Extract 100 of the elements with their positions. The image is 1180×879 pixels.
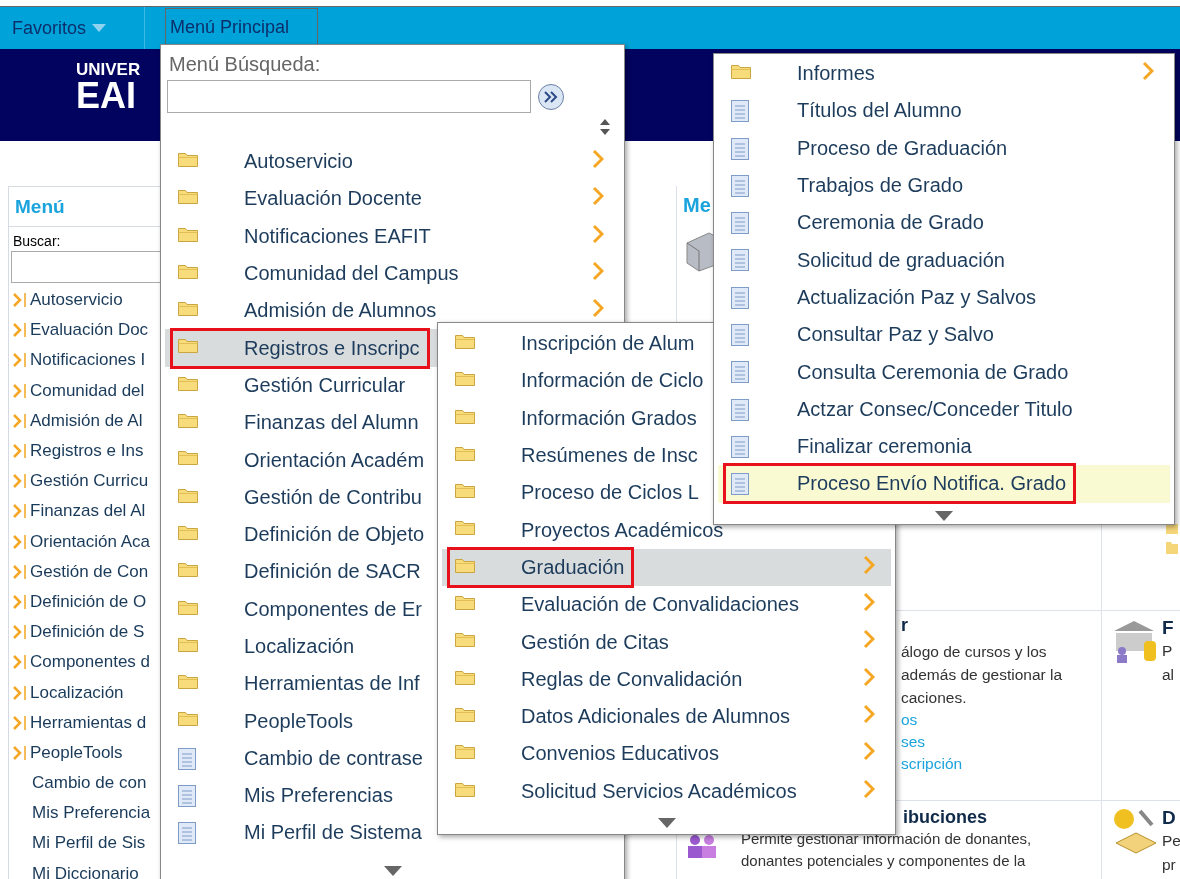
sidebar-item[interactable]: Finanzas del Al bbox=[9, 496, 203, 527]
expand-icon bbox=[12, 351, 28, 370]
menu-item[interactable]: Proceso Envío Notifica. Grado bbox=[718, 465, 1170, 503]
portlet-title: Me bbox=[683, 194, 712, 217]
sidebar-item[interactable]: Registros e Ins bbox=[9, 435, 203, 467]
document-icon bbox=[731, 249, 749, 272]
expand-icon bbox=[12, 653, 28, 672]
search-go-icon[interactable] bbox=[537, 82, 565, 111]
menu-item[interactable]: Gestión de Citas bbox=[442, 623, 891, 661]
folder-icon bbox=[178, 337, 198, 354]
document-icon bbox=[731, 212, 749, 235]
sidebar-item[interactable]: Orientación Aca bbox=[9, 526, 203, 557]
folder-icon bbox=[178, 673, 198, 690]
sidebar-item[interactable]: Definición de S bbox=[9, 617, 203, 648]
folder-icon bbox=[455, 780, 475, 797]
scroll-down-icon[interactable] bbox=[935, 510, 953, 521]
portlet-text: álogo de cursos y los bbox=[901, 642, 1048, 662]
folder-icon bbox=[178, 188, 198, 205]
expand-icon bbox=[12, 291, 28, 310]
document-icon bbox=[731, 324, 749, 347]
document-icon bbox=[731, 473, 749, 496]
main-menu-tab[interactable]: Menú Principal bbox=[165, 8, 319, 46]
document-icon bbox=[178, 785, 196, 808]
portlet-text: al bbox=[1162, 665, 1175, 685]
sidebar-item[interactable]: Definición de O bbox=[9, 586, 203, 618]
menu-item[interactable]: Proyectos Académicos bbox=[442, 511, 891, 549]
sidebar-item[interactable]: PeopleTools bbox=[9, 737, 203, 768]
menu-item[interactable]: Consulta Ceremonia de Grado bbox=[718, 353, 1170, 391]
folder-icon bbox=[178, 598, 198, 615]
caret-icon bbox=[92, 24, 107, 32]
folder-icon bbox=[178, 300, 198, 317]
sort-icon[interactable] bbox=[600, 119, 610, 135]
menu-item[interactable]: Solicitud de graduación bbox=[718, 241, 1170, 279]
portlet-text: además de gestionar la bbox=[901, 665, 1064, 685]
portlet-title: F bbox=[1162, 617, 1175, 639]
document-icon bbox=[731, 174, 749, 197]
folder-icon bbox=[178, 486, 198, 503]
folder-icon bbox=[178, 225, 198, 242]
sidebar-item[interactable]: Gestión Curricu bbox=[9, 466, 203, 497]
expand-icon bbox=[12, 411, 28, 430]
folder-icon bbox=[178, 374, 198, 391]
menu-item[interactable]: Actualización Paz y Salvos bbox=[718, 278, 1170, 317]
folder-icon bbox=[178, 412, 198, 429]
menu-item[interactable]: Consultar Paz y Salvo bbox=[718, 316, 1170, 354]
folder-icon bbox=[178, 449, 198, 466]
folder-icon bbox=[455, 705, 475, 722]
document-icon bbox=[731, 435, 749, 458]
portlet-title: D bbox=[1162, 807, 1177, 829]
scroll-down-icon[interactable] bbox=[383, 865, 402, 876]
menu-item[interactable]: Evaluación de Convalidaciones bbox=[442, 586, 891, 624]
folder-icon bbox=[455, 556, 475, 573]
menu-item[interactable]: Proceso de Graduación bbox=[718, 129, 1170, 167]
menu-item[interactable]: Autoservicio bbox=[165, 143, 620, 181]
document-icon bbox=[731, 100, 749, 123]
menu-item[interactable]: Títulos del Alumno bbox=[718, 92, 1170, 130]
folder-icon bbox=[455, 519, 475, 536]
search-label: Menú Búsqueda: bbox=[168, 52, 322, 76]
sidebar-item[interactable]: Gestión de Con bbox=[9, 556, 203, 587]
folder-icon bbox=[178, 262, 198, 279]
expand-icon bbox=[12, 532, 28, 551]
sidebar-item[interactable]: Admisión de Al bbox=[9, 405, 203, 436]
expand-icon bbox=[12, 562, 28, 581]
folder-icon bbox=[455, 594, 475, 611]
menu-item[interactable]: Trabajos de Grado bbox=[718, 166, 1170, 205]
folder-icon bbox=[178, 710, 198, 727]
menu-search-field[interactable] bbox=[167, 80, 531, 113]
scroll-down-icon[interactable] bbox=[657, 817, 676, 828]
portlet-text: Permite gestionar información de donantes, bbox=[741, 829, 1032, 849]
menu-item[interactable]: Reglas de Convalidación bbox=[442, 660, 891, 698]
portlet-text: Pe bbox=[1162, 831, 1180, 851]
document-icon bbox=[731, 137, 749, 160]
folder-icon bbox=[178, 561, 198, 578]
document-icon bbox=[178, 822, 196, 845]
sidebar-item[interactable]: Componentes d bbox=[9, 647, 203, 678]
portlet-text: caciones. bbox=[901, 688, 968, 708]
folder-icon bbox=[455, 333, 475, 349]
document-icon bbox=[731, 361, 749, 384]
folder-icon bbox=[455, 370, 475, 387]
expand-icon bbox=[12, 472, 28, 491]
sidebar-item[interactable]: Localización bbox=[9, 677, 203, 708]
folder-icon bbox=[178, 635, 198, 652]
menu-item[interactable]: Informes bbox=[718, 55, 1170, 93]
menu-item[interactable]: Datos Adicionales de Alumnos bbox=[442, 697, 891, 736]
folder-icon bbox=[1166, 540, 1178, 554]
menu-item[interactable]: Solicitud Servicios Académicos bbox=[442, 772, 891, 810]
menu-item[interactable]: Graduación bbox=[442, 548, 891, 587]
sidebar-item[interactable]: Herramientas d bbox=[9, 707, 203, 738]
menu-item[interactable]: Convenios Educativos bbox=[442, 735, 891, 773]
menu-item[interactable]: Actzar Consec/Conceder Titulo bbox=[718, 390, 1170, 428]
folder-icon bbox=[178, 151, 198, 167]
folder-icon bbox=[455, 743, 475, 760]
expand-icon bbox=[12, 743, 28, 762]
expand-icon bbox=[12, 683, 28, 702]
expand-icon bbox=[12, 442, 28, 461]
sidebar-item[interactable]: Comunidad del bbox=[9, 375, 203, 406]
expand-icon bbox=[12, 623, 28, 642]
menu-item[interactable]: Ceremonia de Grado bbox=[718, 204, 1170, 242]
menu-item[interactable]: Finalizar ceremonia bbox=[718, 427, 1170, 466]
folder-icon bbox=[178, 523, 198, 540]
expand-icon bbox=[12, 502, 28, 521]
